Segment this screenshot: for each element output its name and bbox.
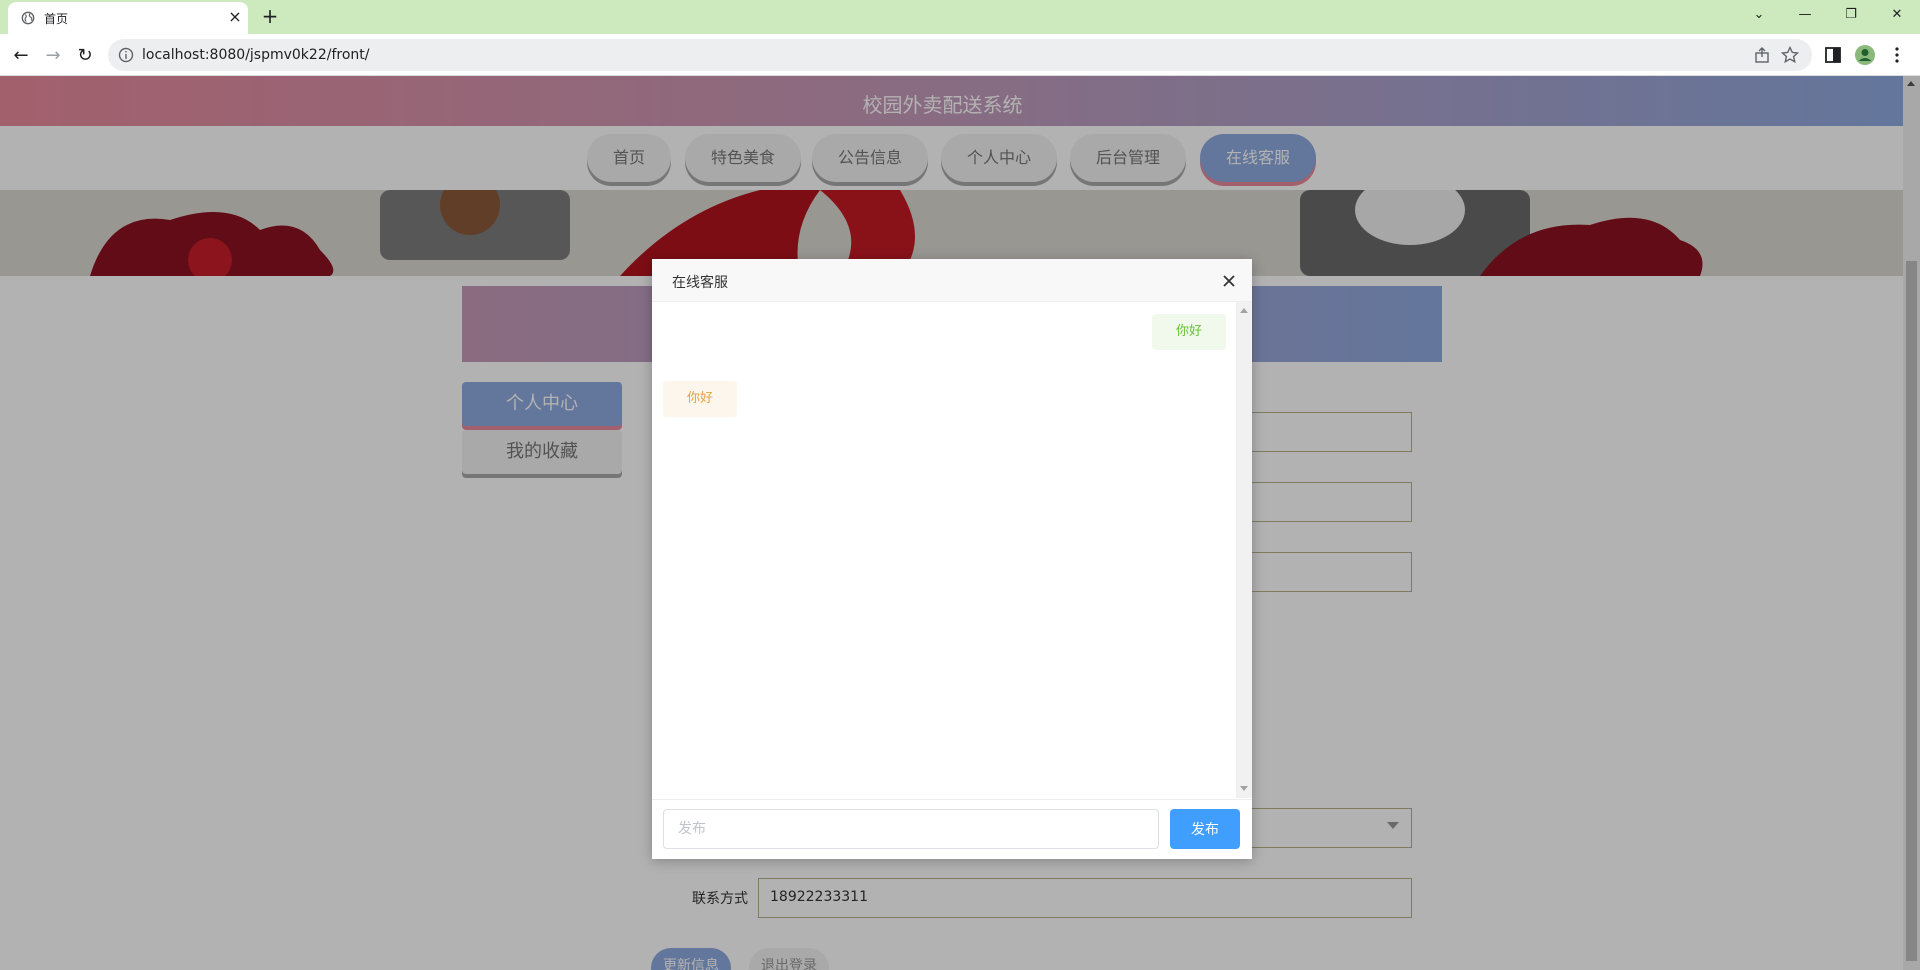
back-button[interactable]: ← xyxy=(8,43,34,69)
tab-close-icon[interactable]: × xyxy=(224,6,246,28)
tab-title: 首页 xyxy=(44,12,69,26)
browser-toolbar: ← → ↻ localhost:8080/jspmv0k22/front/ xyxy=(0,34,1920,76)
dialog-header: 在线客服 xyxy=(652,259,1252,302)
chat-message-input[interactable] xyxy=(663,809,1159,849)
address-bar[interactable]: localhost:8080/jspmv0k22/front/ xyxy=(108,39,1812,71)
restore-button[interactable]: ❐ xyxy=(1828,2,1874,28)
close-icon[interactable] xyxy=(1219,271,1239,291)
chat-messages: 你好 你好 xyxy=(652,302,1236,798)
tab-search-icon[interactable]: ⌄ xyxy=(1736,2,1782,28)
bookmark-star-icon[interactable] xyxy=(1780,45,1800,65)
globe-icon xyxy=(21,11,35,25)
chat-message-received: 你好 xyxy=(663,381,738,417)
browser-tab-strip: 首页 × + ⌄ — ❐ ✕ xyxy=(0,0,1920,34)
chat-scrollbar[interactable] xyxy=(1236,302,1252,798)
side-panel-icon[interactable] xyxy=(1822,44,1844,66)
scroll-up-arrow-icon[interactable] xyxy=(1240,308,1248,313)
reload-button[interactable]: ↻ xyxy=(72,43,98,69)
close-window-button[interactable]: ✕ xyxy=(1874,2,1920,28)
url-text: localhost:8080/jspmv0k22/front/ xyxy=(142,47,370,63)
forward-button[interactable]: → xyxy=(40,43,66,69)
profile-avatar-icon[interactable] xyxy=(1854,44,1876,66)
browser-tab[interactable]: 首页 × xyxy=(8,2,248,34)
dialog-footer: 发布 xyxy=(652,799,1252,859)
site-info-icon[interactable] xyxy=(118,47,134,63)
send-button[interactable]: 发布 xyxy=(1170,809,1240,849)
scroll-down-arrow-icon[interactable] xyxy=(1240,786,1248,791)
minimize-button[interactable]: — xyxy=(1782,2,1828,28)
dialog-title: 在线客服 xyxy=(672,275,728,291)
online-service-dialog: 在线客服 你好 你好 发布 xyxy=(652,259,1252,859)
share-icon[interactable] xyxy=(1752,45,1772,65)
more-menu-icon[interactable] xyxy=(1886,44,1908,66)
new-tab-button[interactable]: + xyxy=(258,4,282,28)
chat-message-sent: 你好 xyxy=(1152,314,1227,350)
